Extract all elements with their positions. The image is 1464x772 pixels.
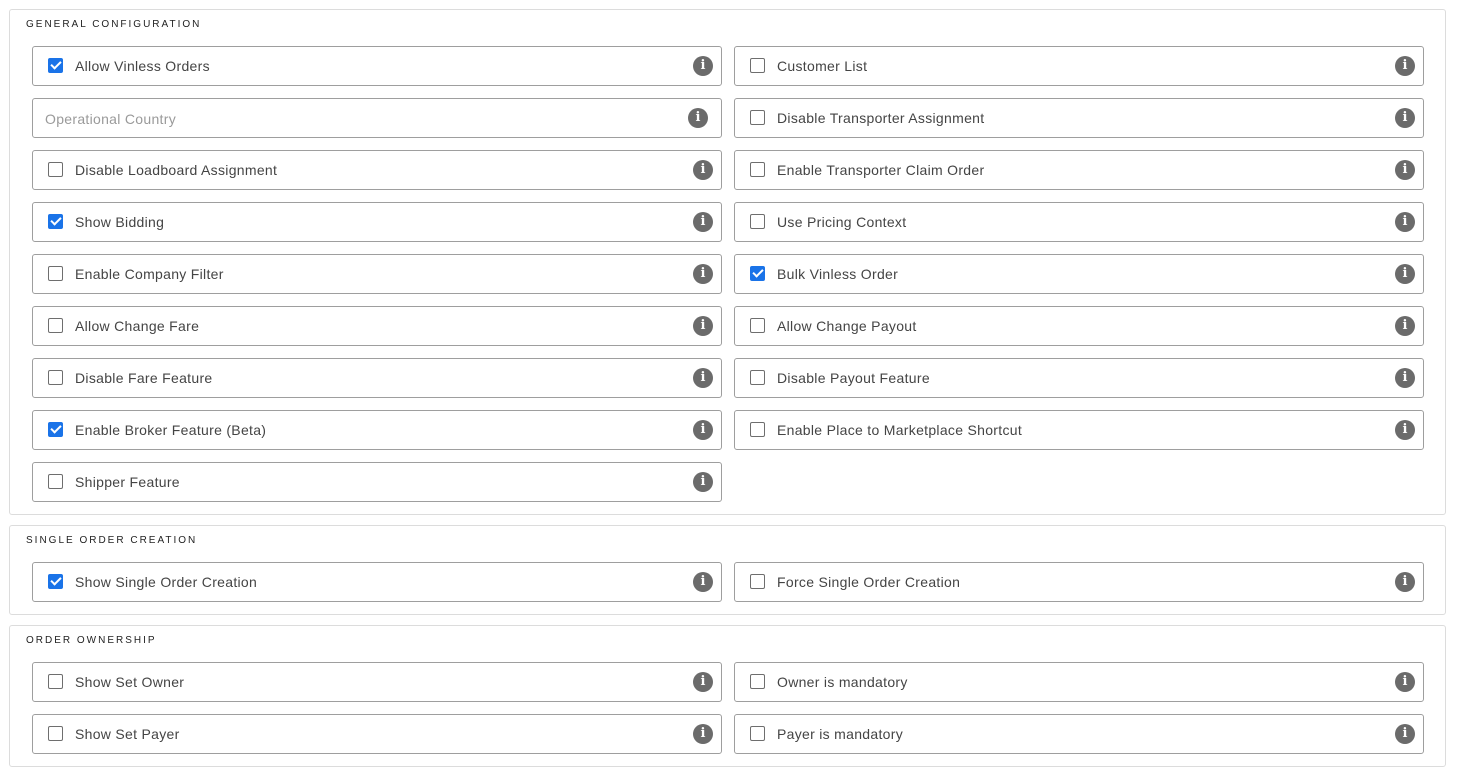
bulk-vinless-order-label: Bulk Vinless Order	[777, 266, 899, 282]
payer-is-mandatory-checkbox[interactable]	[750, 726, 765, 741]
force-single-order-creation-checkbox[interactable]	[750, 574, 765, 589]
info-icon[interactable]: i	[1395, 108, 1415, 128]
single-order-creation-section: SINGLE ORDER CREATION Show Single Order …	[9, 525, 1446, 615]
disable-transporter-assignment-field[interactable]: Disable Transporter Assignment i	[734, 98, 1424, 138]
show-single-order-creation-label: Show Single Order Creation	[75, 574, 258, 590]
info-icon[interactable]: i	[1395, 420, 1415, 440]
enable-broker-feature-field[interactable]: Enable Broker Feature (Beta) i	[32, 410, 722, 450]
shipper-feature-label: Shipper Feature	[75, 474, 180, 490]
allow-change-payout-field[interactable]: Allow Change Payout i	[734, 306, 1424, 346]
customer-list-field[interactable]: Customer List i	[734, 46, 1424, 86]
shipper-feature-checkbox[interactable]	[48, 474, 63, 489]
customer-list-checkbox[interactable]	[750, 58, 765, 73]
disable-fare-feature-field[interactable]: Disable Fare Feature i	[32, 358, 722, 398]
bulk-vinless-order-field[interactable]: Bulk Vinless Order i	[734, 254, 1424, 294]
show-set-payer-field[interactable]: Show Set Payer i	[32, 714, 722, 754]
show-set-owner-checkbox[interactable]	[48, 674, 63, 689]
info-icon[interactable]: i	[693, 212, 713, 232]
info-icon[interactable]: i	[693, 672, 713, 692]
show-bidding-checkbox[interactable]	[48, 214, 63, 229]
operational-country-input[interactable]	[43, 107, 647, 131]
info-icon[interactable]: i	[1395, 368, 1415, 388]
payer-is-mandatory-label: Payer is mandatory	[777, 726, 904, 742]
enable-place-to-marketplace-shortcut-field[interactable]: Enable Place to Marketplace Shortcut i	[734, 410, 1424, 450]
info-icon[interactable]: i	[693, 264, 713, 284]
owner-is-mandatory-label: Owner is mandatory	[777, 674, 908, 690]
payer-is-mandatory-field[interactable]: Payer is mandatory i	[734, 714, 1424, 754]
enable-transporter-claim-order-label: Enable Transporter Claim Order	[777, 162, 985, 178]
show-bidding-label: Show Bidding	[75, 214, 165, 230]
use-pricing-context-label: Use Pricing Context	[777, 214, 907, 230]
show-set-owner-label: Show Set Owner	[75, 674, 185, 690]
info-icon[interactable]: i	[1395, 672, 1415, 692]
info-icon[interactable]: i	[693, 572, 713, 592]
enable-transporter-claim-order-checkbox[interactable]	[750, 162, 765, 177]
operational-country-field[interactable]: i	[32, 98, 722, 138]
info-icon[interactable]: i	[693, 724, 713, 744]
bulk-vinless-order-checkbox[interactable]	[750, 266, 765, 281]
info-icon[interactable]: i	[693, 368, 713, 388]
disable-fare-feature-checkbox[interactable]	[48, 370, 63, 385]
allow-vinless-orders-label: Allow Vinless Orders	[75, 58, 210, 74]
info-icon[interactable]: i	[1395, 212, 1415, 232]
enable-place-to-marketplace-shortcut-label: Enable Place to Marketplace Shortcut	[777, 422, 1023, 438]
disable-payout-feature-label: Disable Payout Feature	[777, 370, 930, 386]
enable-company-filter-checkbox[interactable]	[48, 266, 63, 281]
force-single-order-creation-field[interactable]: Force Single Order Creation i	[734, 562, 1424, 602]
info-icon[interactable]: i	[693, 472, 713, 492]
allow-change-payout-checkbox[interactable]	[750, 318, 765, 333]
section-title: GENERAL CONFIGURATION	[26, 19, 202, 30]
allow-vinless-orders-checkbox[interactable]	[48, 58, 63, 73]
disable-transporter-assignment-label: Disable Transporter Assignment	[777, 110, 985, 126]
customer-list-label: Customer List	[777, 58, 868, 74]
owner-is-mandatory-checkbox[interactable]	[750, 674, 765, 689]
disable-transporter-assignment-checkbox[interactable]	[750, 110, 765, 125]
disable-loadboard-assignment-checkbox[interactable]	[48, 162, 63, 177]
section-title: ORDER OWNERSHIP	[26, 635, 157, 646]
use-pricing-context-field[interactable]: Use Pricing Context i	[734, 202, 1424, 242]
info-icon[interactable]: i	[693, 420, 713, 440]
allow-change-fare-checkbox[interactable]	[48, 318, 63, 333]
info-icon[interactable]: i	[1395, 572, 1415, 592]
info-icon[interactable]: i	[1395, 724, 1415, 744]
owner-is-mandatory-field[interactable]: Owner is mandatory i	[734, 662, 1424, 702]
allow-vinless-orders-field[interactable]: Allow Vinless Orders i	[32, 46, 722, 86]
enable-broker-feature-checkbox[interactable]	[48, 422, 63, 437]
show-set-owner-field[interactable]: Show Set Owner i	[32, 662, 722, 702]
show-set-payer-checkbox[interactable]	[48, 726, 63, 741]
general-configuration-section: GENERAL CONFIGURATION Allow Vinless Orde…	[9, 9, 1446, 515]
info-icon[interactable]: i	[1395, 316, 1415, 336]
disable-payout-feature-field[interactable]: Disable Payout Feature i	[734, 358, 1424, 398]
disable-loadboard-assignment-field[interactable]: Disable Loadboard Assignment i	[32, 150, 722, 190]
allow-change-payout-label: Allow Change Payout	[777, 318, 917, 334]
use-pricing-context-checkbox[interactable]	[750, 214, 765, 229]
section-title: SINGLE ORDER CREATION	[26, 535, 198, 546]
info-icon[interactable]: i	[1395, 56, 1415, 76]
disable-fare-feature-label: Disable Fare Feature	[75, 370, 213, 386]
force-single-order-creation-label: Force Single Order Creation	[777, 574, 961, 590]
shipper-feature-field[interactable]: Shipper Feature i	[32, 462, 722, 502]
show-set-payer-label: Show Set Payer	[75, 726, 180, 742]
show-single-order-creation-field[interactable]: Show Single Order Creation i	[32, 562, 722, 602]
info-icon[interactable]: i	[1395, 160, 1415, 180]
enable-place-to-marketplace-shortcut-checkbox[interactable]	[750, 422, 765, 437]
enable-company-filter-field[interactable]: Enable Company Filter i	[32, 254, 722, 294]
enable-company-filter-label: Enable Company Filter	[75, 266, 224, 282]
order-ownership-section: ORDER OWNERSHIP Show Set Owner i Owner i…	[9, 625, 1446, 767]
enable-broker-feature-label: Enable Broker Feature (Beta)	[75, 422, 267, 438]
disable-loadboard-assignment-label: Disable Loadboard Assignment	[75, 162, 278, 178]
allow-change-fare-field[interactable]: Allow Change Fare i	[32, 306, 722, 346]
info-icon[interactable]: i	[688, 108, 708, 128]
allow-change-fare-label: Allow Change Fare	[75, 318, 200, 334]
info-icon[interactable]: i	[693, 160, 713, 180]
info-icon[interactable]: i	[1395, 264, 1415, 284]
show-single-order-creation-checkbox[interactable]	[48, 574, 63, 589]
disable-payout-feature-checkbox[interactable]	[750, 370, 765, 385]
info-icon[interactable]: i	[693, 316, 713, 336]
info-icon[interactable]: i	[693, 56, 713, 76]
show-bidding-field[interactable]: Show Bidding i	[32, 202, 722, 242]
enable-transporter-claim-order-field[interactable]: Enable Transporter Claim Order i	[734, 150, 1424, 190]
